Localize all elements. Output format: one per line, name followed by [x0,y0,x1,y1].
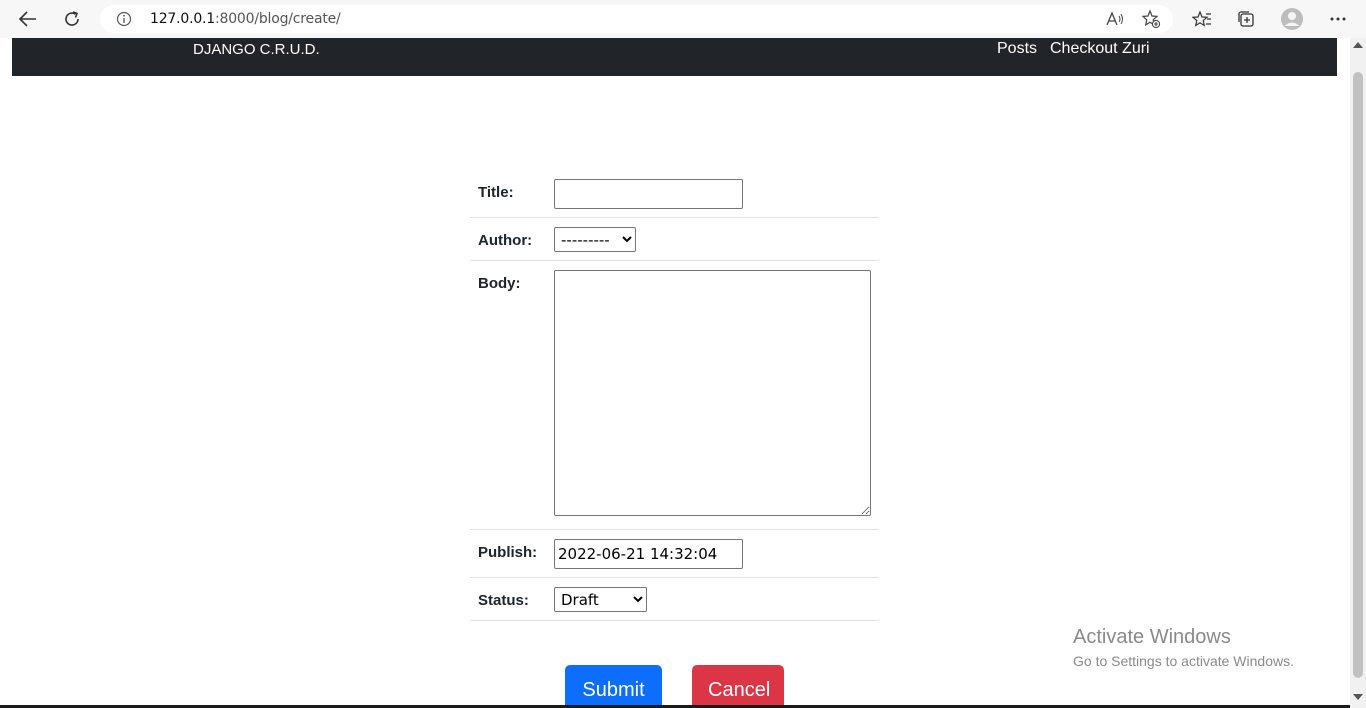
create-post-form: Title: Author: --------- Body: Publish: … [470,170,879,621]
body-textarea[interactable] [554,270,871,516]
title-label: Title: [478,184,514,201]
scroll-up-arrow-icon[interactable] [1353,42,1363,48]
author-select[interactable]: --------- [554,227,636,252]
status-label: Status: [478,592,529,609]
scroll-down-arrow-icon[interactable] [1353,694,1363,700]
address-bar[interactable]: 127.0.0.1:8000/blog/create/ [100,5,1173,33]
more-icon[interactable] [1324,5,1352,33]
back-icon[interactable] [14,5,42,33]
info-icon[interactable] [116,11,132,27]
publish-input[interactable] [554,539,743,569]
publish-label: Publish: [478,544,538,561]
browser-toolbar: 127.0.0.1:8000/blog/create/ [0,0,1366,38]
url-path: :8000/blog/create/ [215,11,341,27]
refresh-icon[interactable] [58,5,86,33]
collections-icon[interactable] [1232,5,1260,33]
watermark-subtitle: Go to Settings to activate Windows. [1073,653,1294,669]
title-input[interactable] [554,179,743,209]
body-label: Body: [478,275,521,292]
scroll-thumb[interactable] [1353,72,1363,678]
status-select[interactable]: Draft [554,587,647,612]
activate-windows-watermark: Activate Windows Go to Settings to activ… [1073,626,1294,669]
nav-link-posts[interactable]: Posts [997,40,1037,58]
page-viewport: DJANGO C.R.U.D. Posts Checkout Zuri Titl… [0,38,1366,708]
profile-icon[interactable] [1278,5,1306,33]
url-host: 127.0.0.1 [150,11,215,27]
site-navbar: DJANGO C.R.U.D. Posts Checkout Zuri [12,38,1337,76]
vertical-scrollbar[interactable] [1350,38,1366,708]
favorites-icon[interactable] [1188,5,1216,33]
watermark-title: Activate Windows [1073,626,1231,648]
cancel-button[interactable]: Cancel [692,665,784,708]
submit-button[interactable]: Submit [565,665,662,708]
site-brand[interactable]: DJANGO C.R.U.D. [193,41,320,58]
author-label: Author: [478,232,533,249]
url-text[interactable]: 127.0.0.1:8000/blog/create/ [150,11,341,27]
read-aloud-icon[interactable] [1105,9,1125,29]
nav-link-checkout-zuri[interactable]: Checkout Zuri [1050,40,1150,58]
add-favorite-icon[interactable] [1141,9,1161,29]
